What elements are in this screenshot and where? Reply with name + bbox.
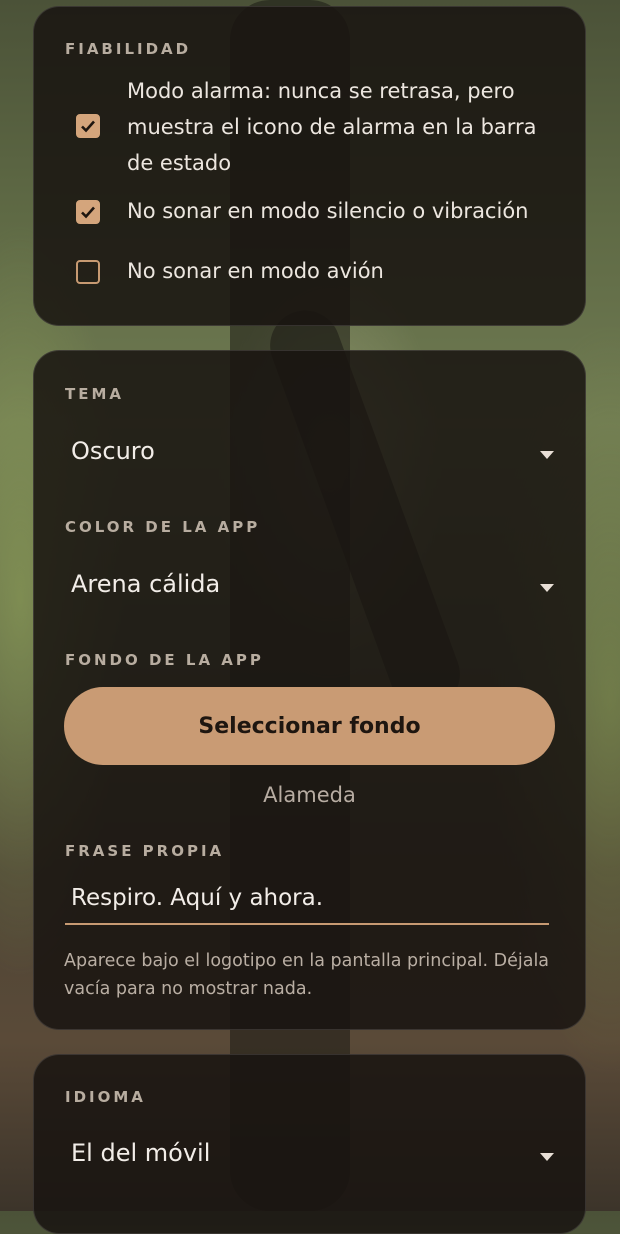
language-card: IDIOMA El del móvil xyxy=(33,1054,586,1234)
current-background-name: Alameda xyxy=(263,783,356,807)
alarm-mode-checkbox[interactable] xyxy=(76,114,100,138)
custom-phrase-input[interactable]: Respiro. Aquí y ahora. xyxy=(65,881,549,925)
theme-section-label: TEMA xyxy=(65,385,125,403)
language-section-label: IDIOMA xyxy=(65,1088,146,1106)
custom-phrase-helper: Aparece bajo el logotipo en la pantalla … xyxy=(64,951,550,999)
language-dropdown[interactable]: El del móvil xyxy=(65,1129,554,1181)
color-dropdown-value: Arena cálida xyxy=(71,570,221,598)
airplane-mode-checkbox[interactable] xyxy=(76,260,100,284)
caret-down-icon xyxy=(540,451,554,459)
caret-down-icon xyxy=(540,1153,554,1161)
silent-mode-label: No sonar en modo silencio o vibración xyxy=(127,199,529,223)
theme-dropdown[interactable]: Oscuro xyxy=(65,427,554,479)
phrase-section-label: FRASE PROPIA xyxy=(65,842,225,860)
silent-mode-checkbox[interactable] xyxy=(76,200,100,224)
theme-dropdown-value: Oscuro xyxy=(71,437,155,465)
airplane-mode-option[interactable]: No sonar en modo avión xyxy=(34,253,585,293)
caret-down-icon xyxy=(540,584,554,592)
reliability-card: FIABILIDAD Modo alarma: nunca se retrasa… xyxy=(33,6,586,326)
alarm-mode-option[interactable]: Modo alarma: nunca se retrasa, pero mues… xyxy=(34,73,585,183)
color-dropdown[interactable]: Arena cálida xyxy=(65,560,554,612)
select-background-button[interactable]: Seleccionar fondo xyxy=(64,687,555,765)
custom-phrase-value: Respiro. Aquí y ahora. xyxy=(71,885,324,911)
reliability-section-label: FIABILIDAD xyxy=(65,40,192,58)
check-icon xyxy=(81,120,95,133)
background-section-label: FONDO DE LA APP xyxy=(65,651,264,669)
check-icon xyxy=(81,206,95,219)
alarm-mode-label: Modo alarma: nunca se retrasa, pero mues… xyxy=(127,79,537,175)
airplane-mode-label: No sonar en modo avión xyxy=(127,259,384,283)
silent-mode-option[interactable]: No sonar en modo silencio o vibración xyxy=(34,193,585,233)
appearance-card: TEMA Oscuro COLOR DE LA APP Arena cálida… xyxy=(33,350,586,1030)
color-section-label: COLOR DE LA APP xyxy=(65,518,261,536)
language-dropdown-value: El del móvil xyxy=(71,1139,211,1167)
